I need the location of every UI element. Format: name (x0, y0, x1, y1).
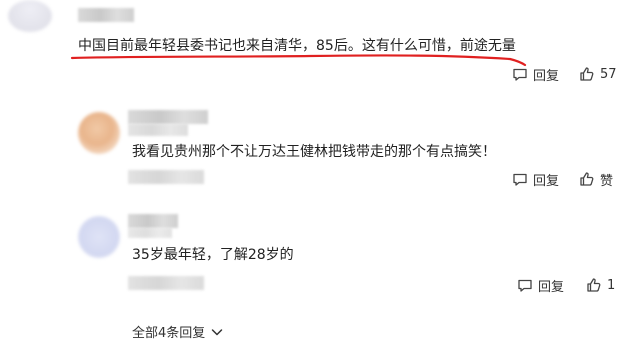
username-blurred[interactable] (128, 214, 178, 228)
like-label: 赞 (600, 173, 614, 189)
like-count: 1 (607, 277, 616, 293)
chevron-down-icon (209, 324, 225, 340)
comment-icon (517, 277, 533, 293)
avatar[interactable] (78, 112, 120, 154)
username-blurred[interactable] (128, 110, 208, 124)
expand-replies-button[interactable]: 全部4条回复 (132, 322, 225, 341)
reply-label: 回复 (533, 68, 560, 84)
thumbs-up-icon (579, 171, 595, 187)
like-button[interactable]: 1 (586, 277, 615, 293)
reply-button[interactable]: 回复 (517, 276, 564, 295)
comment-text: 35岁最年轻，了解28岁的 (132, 247, 294, 263)
like-count: 57 (600, 66, 617, 82)
reply-label: 回复 (538, 279, 565, 295)
avatar[interactable] (78, 216, 120, 258)
reply-button[interactable]: 回复 (512, 65, 559, 84)
avatar[interactable] (8, 0, 52, 32)
like-button[interactable]: 57 (579, 66, 617, 82)
comment-meta-blurred (128, 276, 204, 290)
expand-replies-label: 全部4条回复 (132, 326, 206, 341)
comment-text: 我看见贵州那个不让万达王健林把钱带走的那个有点搞笑！ (132, 144, 496, 160)
user-meta-blurred (128, 228, 172, 238)
highlight-underline (70, 54, 527, 67)
reply-label: 回复 (533, 173, 560, 189)
comment-actions: 回复 1 (517, 276, 615, 295)
user-meta-blurred (128, 124, 188, 136)
comment-actions: 回复 赞 (512, 170, 613, 189)
comment-actions: 回复 57 (512, 65, 617, 84)
like-button[interactable]: 赞 (579, 170, 613, 189)
comment-icon (512, 171, 528, 187)
thumbs-up-icon (586, 277, 602, 293)
reply-button[interactable]: 回复 (512, 170, 559, 189)
comment-icon (512, 66, 528, 82)
comment-meta-blurred (128, 170, 204, 184)
username-blurred[interactable] (78, 8, 134, 22)
thumbs-up-icon (579, 66, 595, 82)
